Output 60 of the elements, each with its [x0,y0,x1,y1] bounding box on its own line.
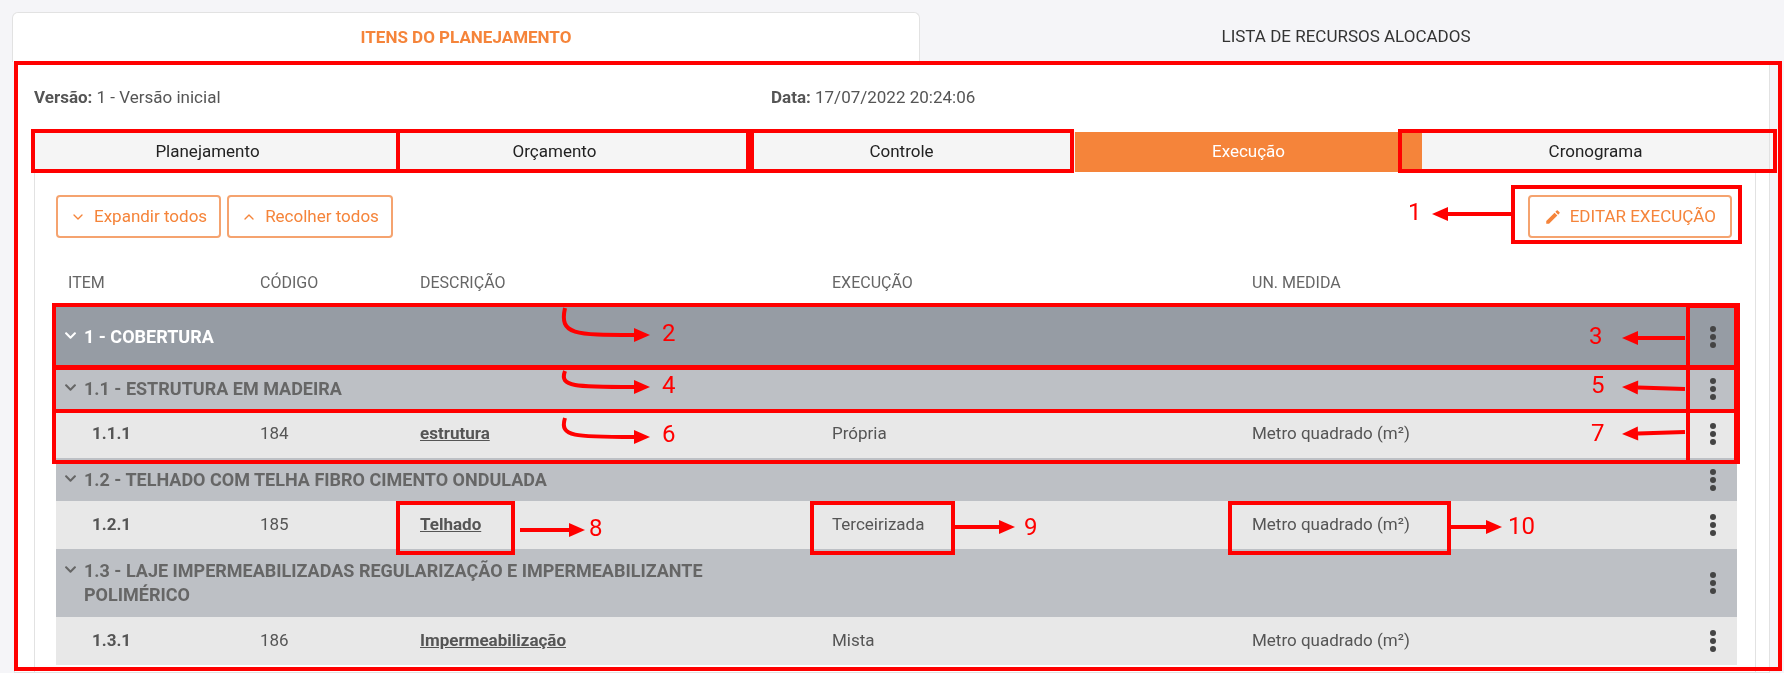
column-header: DESCRIÇÃO [420,271,506,294]
table-cell-text: 184 [260,422,289,446]
table-cell-text: Própria [832,422,887,446]
date-text: Data: 17/07/2022 20:24:06 [771,85,976,109]
more-options-icon [1710,468,1716,491]
annotation-arrow [955,520,1015,534]
table-cell-text: Terceirizada [832,513,925,537]
more-options-icon [1710,572,1716,594]
table-cell-text: Mista [832,629,875,653]
annotation-arrow [1622,380,1686,395]
tab[interactable]: ITENS DO PLANEJAMENTO [12,12,920,62]
table-cell-text: 186 [260,629,289,653]
table-cell-text: 1.3.1 [91,629,132,653]
tab[interactable]: LISTA DE RECURSOS ALOCADOS [920,12,1772,62]
table-cell-text: Metro quadrado (m²) [1252,629,1410,653]
tab[interactable]: Cronograma [1422,132,1769,172]
group-row[interactable]: 1.2 - TELHADO COM TELHA FIBRO CIMENTO ONDULADA [56,458,1737,501]
annotation-number: 1 [1408,197,1422,227]
column-header: UN. MEDIDA [1252,271,1341,294]
annotation-number: 9 [1024,512,1038,542]
annotation-number: 7 [1591,418,1605,448]
group-title: 1 - COBERTURA [84,324,214,349]
chevron-down-icon [64,563,77,576]
annotation-number: 5 [1591,370,1605,400]
expand-all-button[interactable]: Expandir todos [56,195,222,238]
annotation-number: 4 [662,370,676,400]
table-cell-text: 1.1.1 [91,422,132,446]
annotation-arrow [1622,426,1686,441]
group-title: 1.1 - ESTRUTURA EM MADEIRA [84,376,342,401]
more-options-icon [1710,514,1716,536]
version-text: Versão: 1 - Versão inicial [34,85,222,109]
description-link[interactable]: Impermeabilização [420,628,567,654]
collapse-all-button[interactable]: Recolher todos [227,195,393,238]
annotation-arrow [520,523,585,537]
annotation-arrow [1450,520,1502,534]
annotation-number: 2 [662,318,676,348]
column-header: ITEM [67,271,105,294]
annotation-number: 8 [589,513,603,543]
group-title: 1.2 - TELHADO COM TELHA FIBRO CIMENTO ONDULADA [84,467,547,492]
annotation-number: 10 [1508,511,1535,541]
table-cell-text: Metro quadrado (m²) [1252,422,1410,446]
column-header: EXECUÇÃO [832,271,913,294]
table-cell-text: 185 [260,513,289,537]
more-options-icon [1710,377,1716,400]
table-cell-text: 1.2.1 [91,513,132,537]
more-options-icon [1710,423,1716,445]
annotation-number: 6 [662,419,676,449]
more-options-icon [1710,630,1716,652]
group-row[interactable]: 1.3 - LAJE IMPERMEABILIZADAS REGULARIZAÇÃO E IMPERMEABILIZANTE POLIMÉRICO [56,549,1737,617]
description-link[interactable]: estrutura [420,421,490,447]
table-cell-text: Metro quadrado (m²) [1252,513,1410,537]
edit-execution-button[interactable]: EDITAR EXECUÇÃO [1527,195,1732,238]
annotation-arrow [1622,331,1685,345]
pencil-icon [1543,207,1562,226]
more-options-icon [1710,325,1716,348]
annotation-number: 3 [1589,321,1603,351]
description-link[interactable]: Telhado [420,512,482,538]
tab[interactable]: Execução [1075,132,1422,172]
group-title: 1.3 - LAJE IMPERMEABILIZADAS REGULARIZAÇÃO E IMPERMEABILIZANTE POLIMÉRICO [84,559,704,607]
column-header: CÓDIGO [260,271,319,294]
